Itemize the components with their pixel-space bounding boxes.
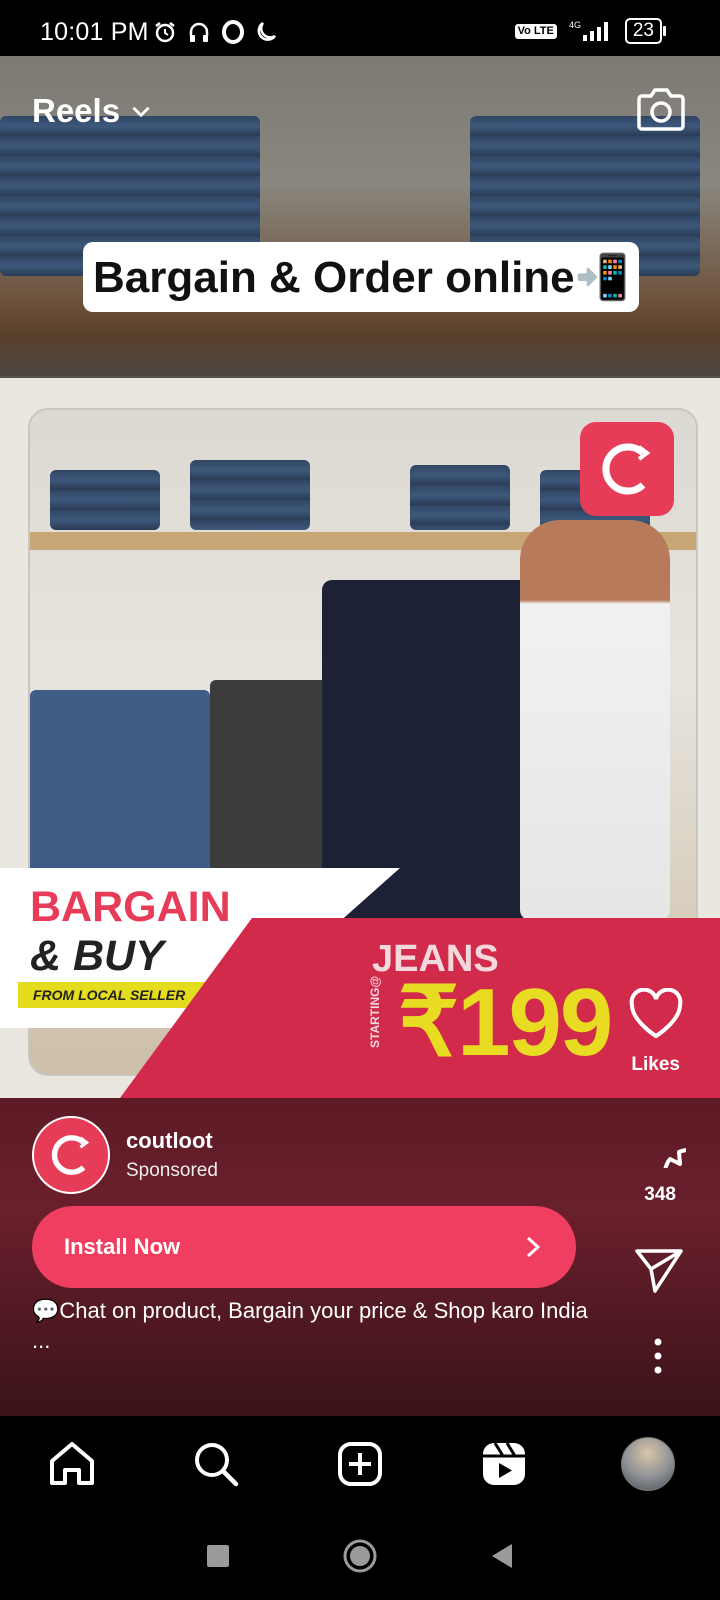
person-image (520, 520, 670, 920)
bottom-nav (0, 1416, 720, 1512)
opera-icon (222, 20, 244, 44)
ad-starting: STARTING@ (368, 975, 382, 1048)
reel-description[interactable]: 💬Chat on product, Bargain your price & S… (32, 1296, 652, 1356)
recents-icon[interactable] (206, 1544, 230, 1568)
ad-price: ₹199 (398, 969, 613, 1076)
battery-indicator: 23 (624, 18, 667, 44)
install-now-label: Install Now (64, 1234, 181, 1259)
coutloot-logo (580, 422, 674, 516)
home-icon (50, 1442, 94, 1485)
description-more[interactable]: ... (32, 1326, 652, 1356)
create-icon (338, 1442, 382, 1486)
jeans-stack-image (410, 465, 510, 530)
description-text: 💬Chat on product, Bargain your price & S… (32, 1298, 588, 1323)
heart-icon[interactable] (628, 988, 684, 1040)
moon-icon (257, 21, 277, 41)
ad-tag: FROM LOCAL SELLER (18, 982, 218, 1008)
camera-icon[interactable] (636, 86, 686, 132)
back-icon[interactable] (490, 1543, 514, 1569)
home-button-icon[interactable] (342, 1538, 378, 1574)
jeans-stack-image (190, 460, 310, 530)
more-options-icon[interactable] (654, 1338, 662, 1374)
author-name[interactable]: coutloot (126, 1128, 218, 1154)
comment-count: 348 (644, 1184, 676, 1205)
chevron-down-icon (132, 106, 150, 118)
nav-home[interactable] (42, 1434, 102, 1494)
alarm-icon (155, 22, 175, 43)
likes-label: Likes (631, 1054, 680, 1075)
logo-icon (51, 1135, 90, 1175)
status-time: 10:01 PM (40, 18, 149, 46)
nav-reels[interactable] (474, 1434, 534, 1494)
reel-video[interactable]: Reels Bargain & Order online📲 BARGAIN & … (0, 56, 720, 1416)
reels-title[interactable]: Reels (32, 92, 154, 130)
profile-avatar (621, 1437, 675, 1491)
caption-overlay: Bargain & Order online📲 (83, 242, 639, 312)
comment-icon[interactable] (630, 1112, 686, 1168)
system-nav-bar (0, 1512, 720, 1600)
headphones-icon (189, 22, 209, 42)
status-bar: 10:01 PM Vo LTE 4G 23 (0, 0, 720, 56)
author-avatar[interactable] (32, 1116, 110, 1194)
reels-icon (483, 1442, 525, 1485)
volte-badge: Vo LTE (514, 23, 557, 39)
svg-text:4G: 4G (569, 20, 581, 30)
ad-creative[interactable]: BARGAIN & BUY FROM LOCAL SELLER JEANS ST… (0, 378, 720, 1098)
signal-icon: 4G (569, 20, 608, 41)
share-icon[interactable] (634, 1248, 684, 1294)
install-now-button[interactable]: Install Now (32, 1206, 576, 1288)
status-icons-left (153, 20, 279, 44)
logo-icon (602, 443, 651, 495)
nav-create[interactable] (330, 1434, 390, 1494)
sponsored-label: Sponsored (126, 1160, 218, 1181)
ad-headline-2: & BUY (30, 932, 164, 980)
chevron-right-icon (526, 1236, 541, 1258)
ad-headline-1: BARGAIN (30, 883, 231, 931)
reels-title-label: Reels (32, 92, 121, 129)
author-info: coutloot Sponsored (126, 1128, 218, 1182)
nav-profile[interactable] (618, 1434, 678, 1494)
status-icons-right: Vo LTE 4G 23 (514, 18, 667, 44)
author-row[interactable]: coutloot Sponsored (32, 1116, 218, 1194)
nav-search[interactable] (186, 1434, 246, 1494)
jeans-stack-image (50, 470, 160, 530)
search-icon (195, 1443, 239, 1487)
